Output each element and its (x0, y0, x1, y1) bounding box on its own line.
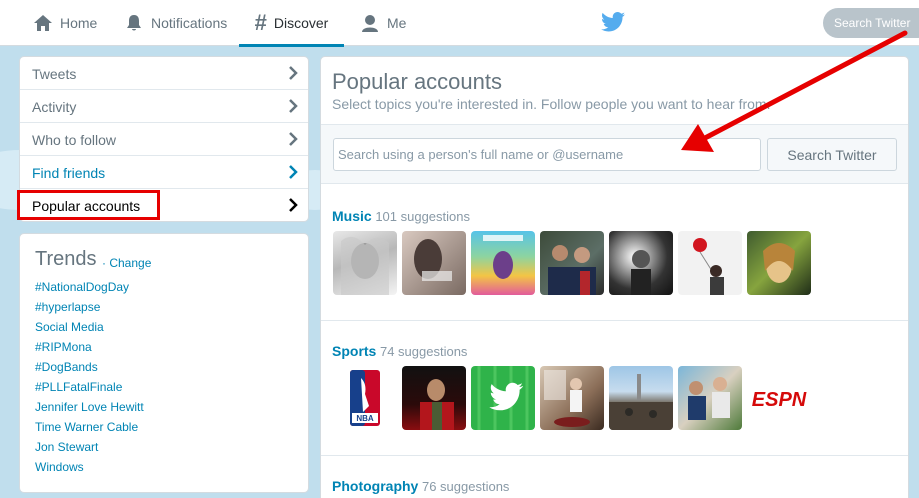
search-twitter-button[interactable]: Search Twitter (767, 138, 897, 171)
account-avatar[interactable] (471, 366, 535, 430)
menu-item-label: Tweets (32, 66, 77, 82)
menu-item-label: Who to follow (32, 132, 117, 148)
menu-item-who-to-follow[interactable]: Who to follow (20, 123, 308, 156)
trends-title: Trends (35, 248, 97, 270)
menu-item-label: Find friends (32, 165, 106, 181)
home-icon (34, 15, 52, 31)
account-avatar[interactable] (540, 366, 604, 430)
category-heading-music: Music 101 suggestions (332, 208, 470, 224)
menu-item-find-friends[interactable]: Find friends (20, 156, 308, 189)
page-title: Popular accounts (332, 69, 502, 94)
user-icon (362, 15, 378, 32)
chevron-right-icon (289, 198, 298, 212)
category-count: 101 suggestions (375, 209, 470, 224)
category-count: 74 suggestions (379, 344, 468, 359)
espn-logo-text: ESPN (752, 389, 807, 411)
annotation-highlight-box (17, 190, 160, 220)
account-avatar[interactable] (678, 366, 742, 430)
account-avatar[interactable] (540, 231, 604, 295)
hashtag-icon: # (254, 10, 267, 35)
nav-discover[interactable]: # Discover (239, 0, 344, 47)
account-avatar[interactable] (333, 231, 397, 295)
chevron-right-icon (289, 99, 298, 113)
trend-link[interactable]: Windows (35, 460, 84, 474)
account-avatar[interactable] (678, 231, 742, 295)
nba-logo-text: NBA (356, 414, 374, 423)
chevron-right-icon (289, 165, 298, 179)
account-avatar[interactable] (747, 231, 811, 295)
section-divider (321, 320, 908, 321)
trends-panel: Trends · Change #NationalDogDay #hyperla… (19, 233, 309, 493)
trend-link[interactable]: #hyperlapse (35, 300, 100, 314)
twitter-bird-icon[interactable] (601, 12, 625, 32)
nav-home[interactable]: Home (33, 0, 97, 46)
category-heading-sports: Sports 74 suggestions (332, 343, 467, 359)
account-avatar[interactable] (609, 366, 673, 430)
trend-link[interactable]: #PLLFatalFinale (35, 380, 122, 394)
category-link[interactable]: Music (332, 208, 372, 224)
nav-discover-label: Discover (273, 15, 329, 31)
category-heading-photography: Photography 76 suggestions (332, 478, 509, 494)
nav-me-label: Me (387, 15, 407, 31)
category-link[interactable]: Photography (332, 478, 418, 494)
account-search-bar: Search Twitter (321, 124, 908, 184)
category-count: 76 suggestions (421, 479, 510, 494)
menu-item-activity[interactable]: Activity (20, 90, 308, 123)
nav-me[interactable]: Me (360, 0, 406, 46)
trend-link[interactable]: #NationalDogDay (35, 280, 129, 294)
account-avatar[interactable] (609, 231, 673, 295)
top-nav-bar: Home Notifications # Discover Me Search … (0, 0, 919, 47)
section-divider (321, 455, 908, 456)
account-avatar[interactable]: ESPN (747, 366, 811, 430)
trends-change-link[interactable]: · Change (102, 256, 151, 270)
chevron-right-icon (289, 132, 298, 146)
trend-link[interactable]: Social Media (35, 320, 104, 334)
nav-notifications[interactable]: Notifications (124, 0, 227, 46)
trend-link[interactable]: Jennifer Love Hewitt (35, 400, 144, 414)
account-search-input[interactable] (333, 138, 761, 171)
bell-icon (127, 15, 141, 31)
nav-notifications-label: Notifications (151, 15, 228, 31)
account-avatar[interactable] (471, 231, 535, 295)
menu-item-label: Activity (32, 99, 77, 115)
chevron-right-icon (289, 66, 298, 80)
nav-home-label: Home (60, 15, 98, 31)
account-avatar[interactable]: NBA (333, 366, 397, 430)
page-subtitle: Select topics you're interested in. Foll… (332, 96, 771, 112)
trend-link[interactable]: Jon Stewart (35, 440, 98, 454)
account-avatar[interactable] (402, 231, 466, 295)
account-avatar[interactable] (402, 366, 466, 430)
menu-item-tweets[interactable]: Tweets (20, 57, 308, 90)
trend-link[interactable]: Time Warner Cable (35, 420, 138, 434)
top-search-input[interactable]: Search Twitter (823, 8, 919, 38)
trend-link[interactable]: #DogBands (35, 360, 98, 374)
trend-link[interactable]: #RIPMona (35, 340, 92, 354)
popular-accounts-panel: Popular accounts Select topics you're in… (320, 56, 909, 498)
category-link[interactable]: Sports (332, 343, 376, 359)
